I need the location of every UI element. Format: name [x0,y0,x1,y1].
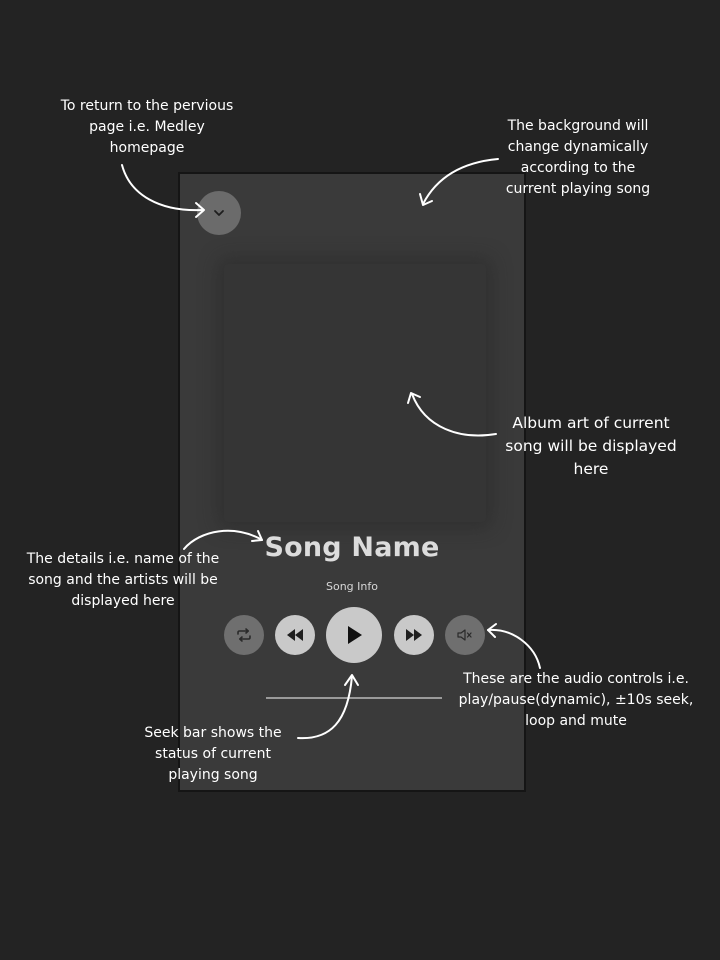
forward-button[interactable] [394,615,434,655]
mute-icon [457,629,472,641]
album-art [224,264,486,522]
rewind-button[interactable] [275,615,315,655]
rewind-icon [287,629,303,641]
design-canvas: Song Name Song Info To return to the per… [0,0,720,960]
annotation-album-art: Album art of current song will be displa… [505,414,677,478]
fast-forward-icon [406,629,422,641]
annotation-audio-controls: These are the audio controls i.e. play/p… [458,671,694,729]
play-pause-button[interactable] [326,607,382,663]
play-icon [348,626,362,644]
annotation-seek-bar: Seek bar shows the status of current pla… [144,725,282,783]
seek-bar[interactable] [266,697,442,699]
repeat-icon [237,628,251,642]
annotation-background: The background will change dynamically a… [505,118,651,197]
annotation-details: The details i.e. name of the song and th… [26,551,220,609]
annotation-back: To return to the pervious page i.e. Medl… [60,98,234,156]
chevron-down-icon [214,210,224,216]
mute-button[interactable] [445,615,485,655]
back-button[interactable] [197,191,241,235]
loop-button[interactable] [224,615,264,655]
